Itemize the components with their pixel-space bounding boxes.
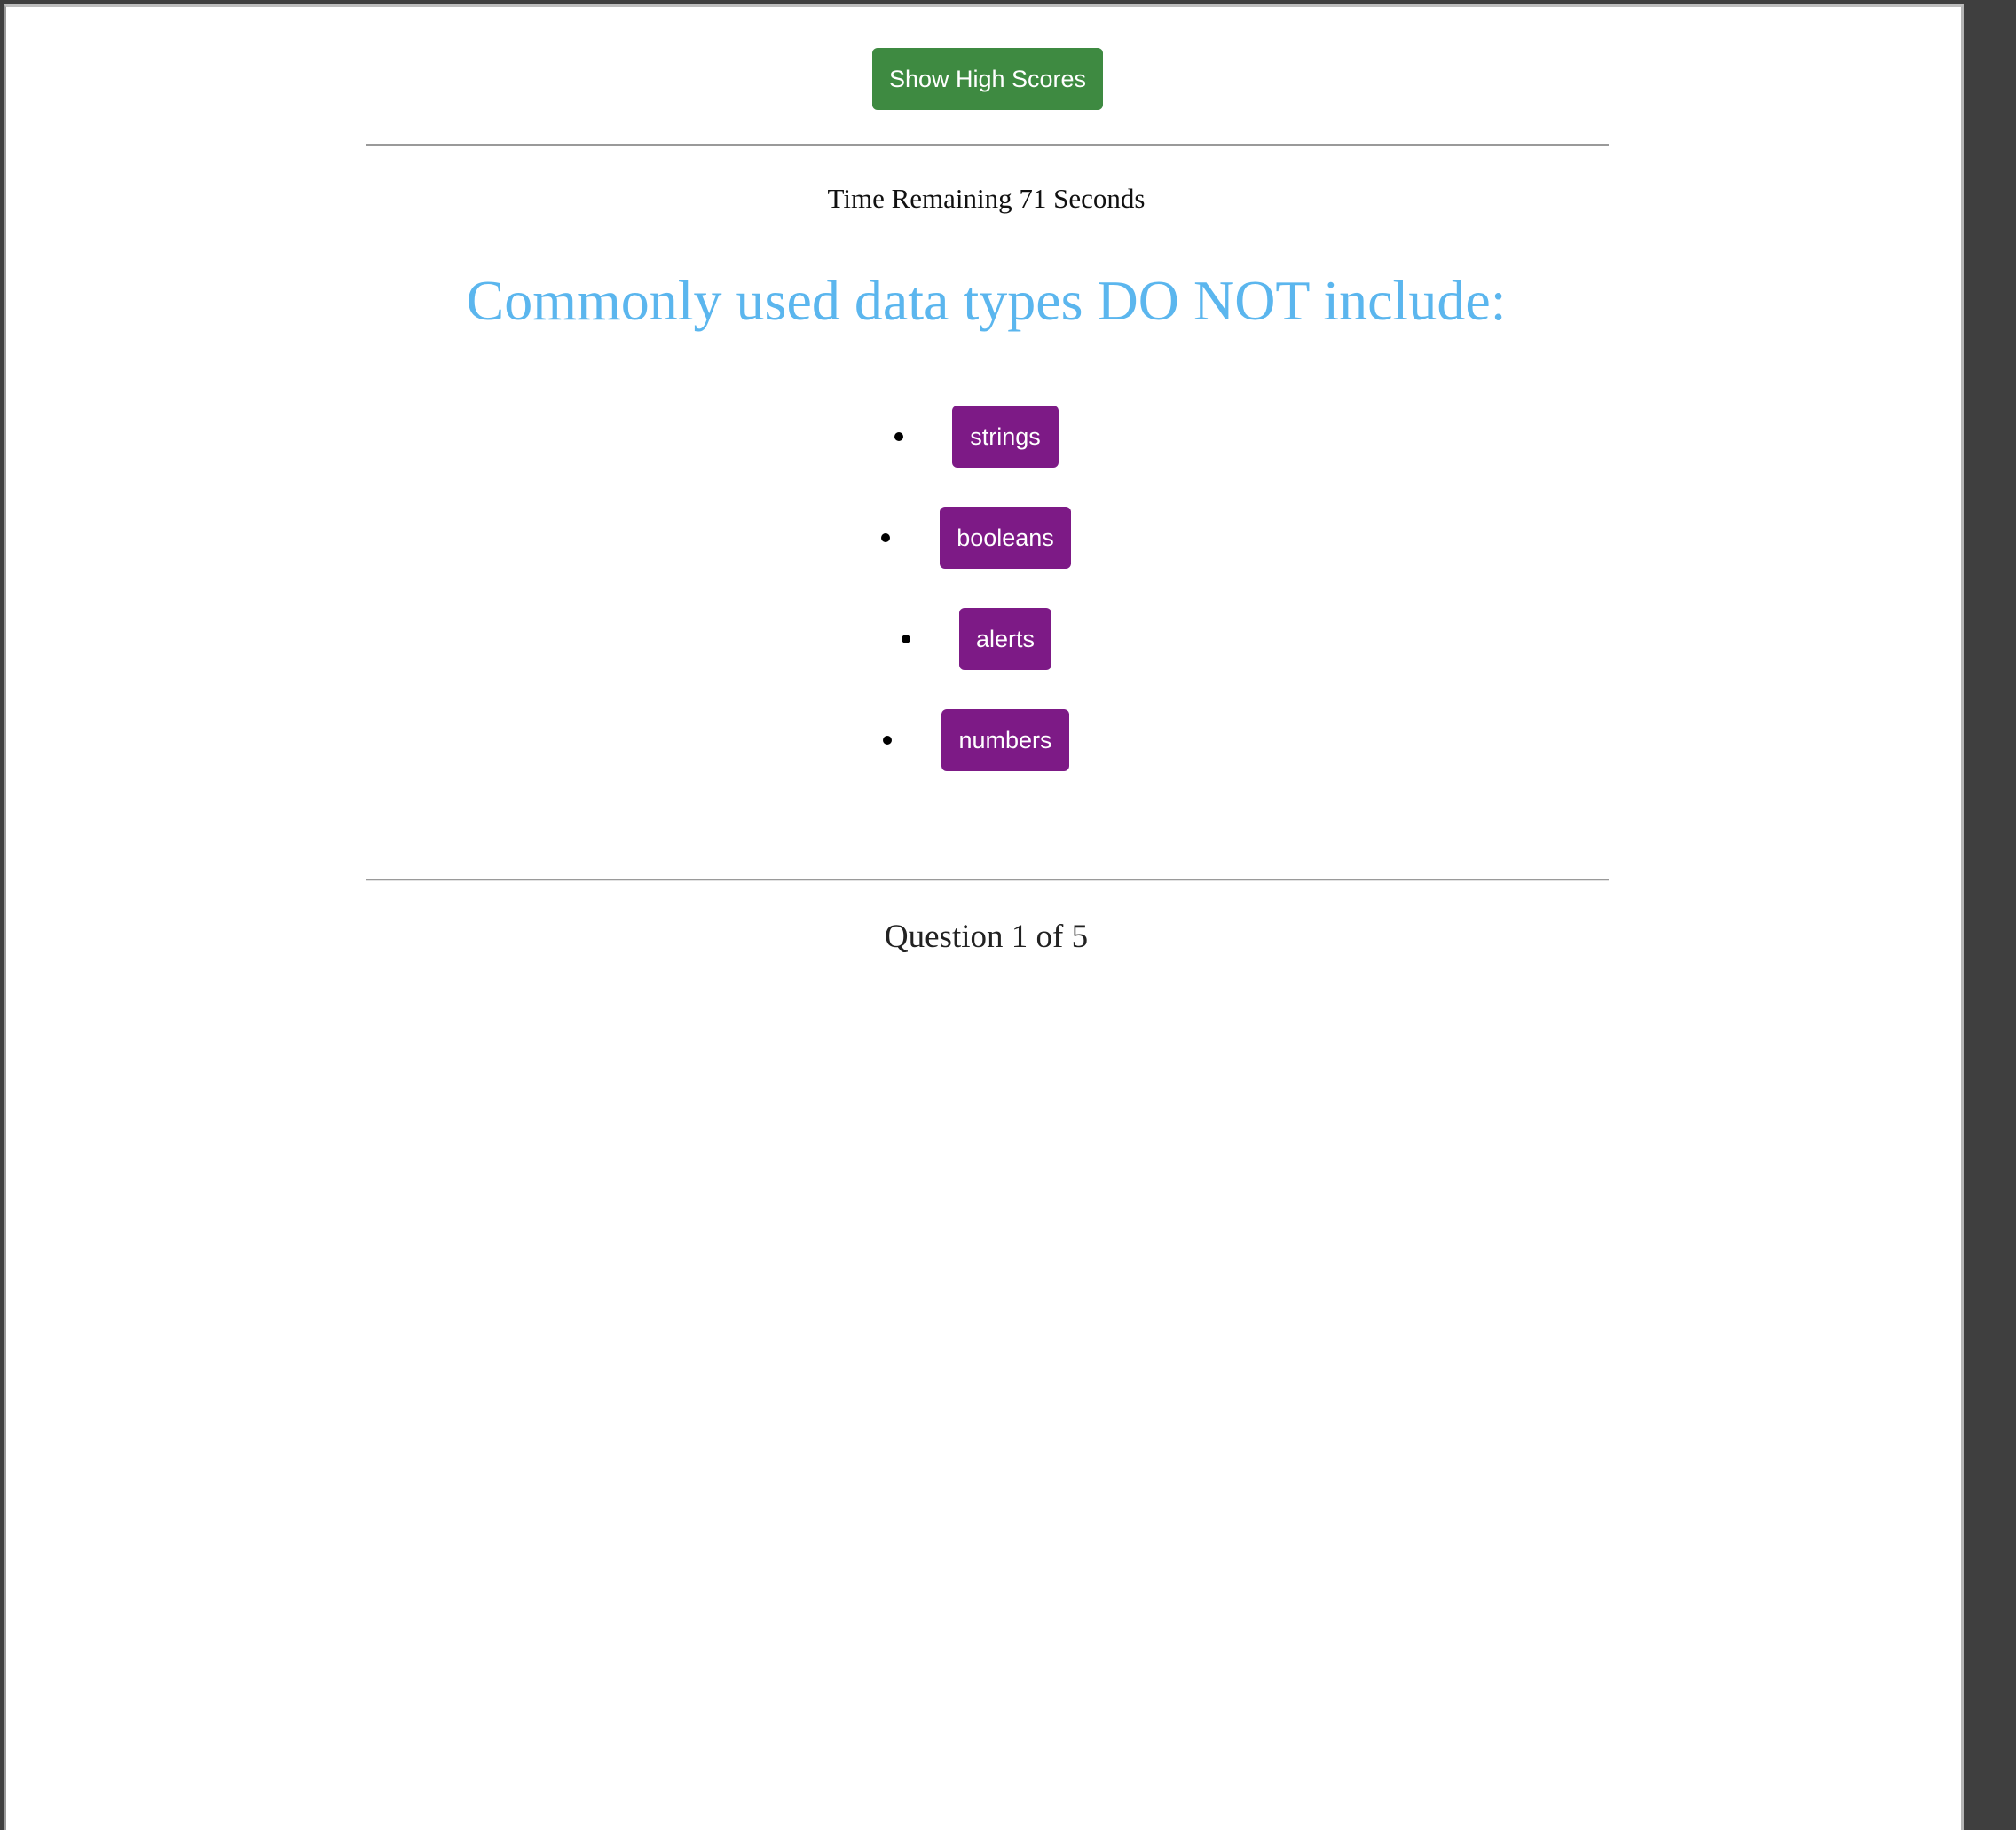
answer-item-numbers: numbers xyxy=(6,709,1966,771)
answer-button-numbers[interactable]: numbers xyxy=(941,709,1069,771)
bullet-icon xyxy=(881,533,890,542)
answer-button-booleans[interactable]: booleans xyxy=(940,507,1071,569)
top-divider xyxy=(366,144,1609,146)
answer-item-strings: strings xyxy=(6,406,1966,468)
bullet-icon xyxy=(894,432,903,441)
answer-button-strings[interactable]: strings xyxy=(952,406,1059,468)
time-remaining-text: Time Remaining 71 Seconds xyxy=(827,183,1146,214)
answer-item-booleans: booleans xyxy=(6,507,1966,569)
bullet-icon xyxy=(902,635,910,643)
bottom-divider xyxy=(366,879,1609,881)
show-high-scores-button[interactable]: Show High Scores xyxy=(872,48,1103,110)
answer-button-alerts[interactable]: alerts xyxy=(959,608,1051,670)
bullet-icon xyxy=(883,736,892,745)
answer-item-alerts: alerts xyxy=(6,608,1966,670)
question-text: Commonly used data types DO NOT include: xyxy=(466,269,1507,332)
question-progress-text: Question 1 of 5 xyxy=(884,919,1089,955)
browser-page: Show High Scores Time Remaining 71 Secon… xyxy=(4,4,1964,1830)
